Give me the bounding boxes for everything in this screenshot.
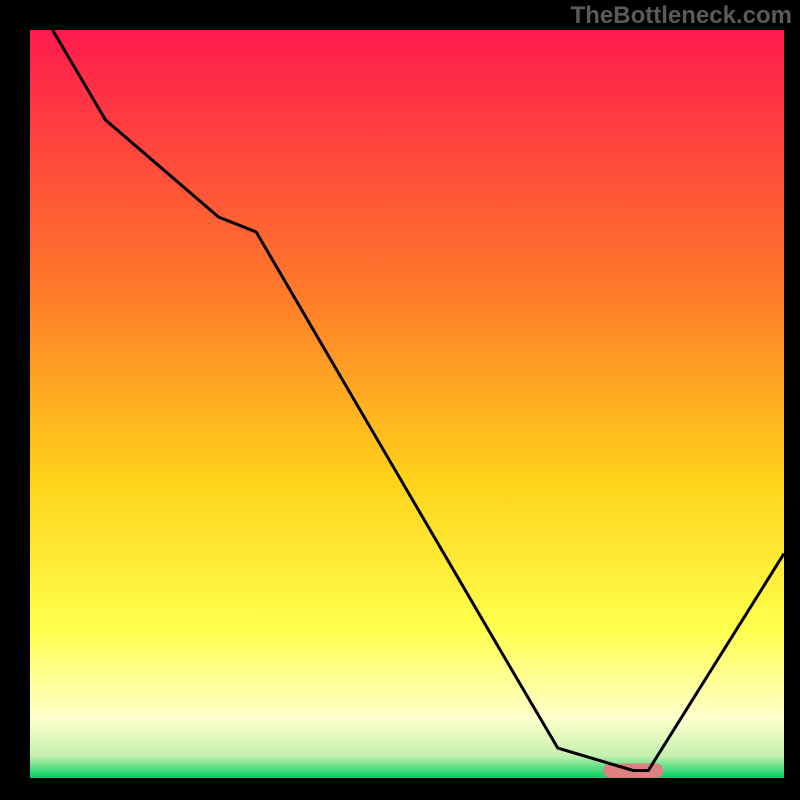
watermark-text: TheBottleneck.com [571, 2, 792, 30]
bottleneck-chart [0, 0, 800, 800]
chart-svg [0, 0, 800, 800]
